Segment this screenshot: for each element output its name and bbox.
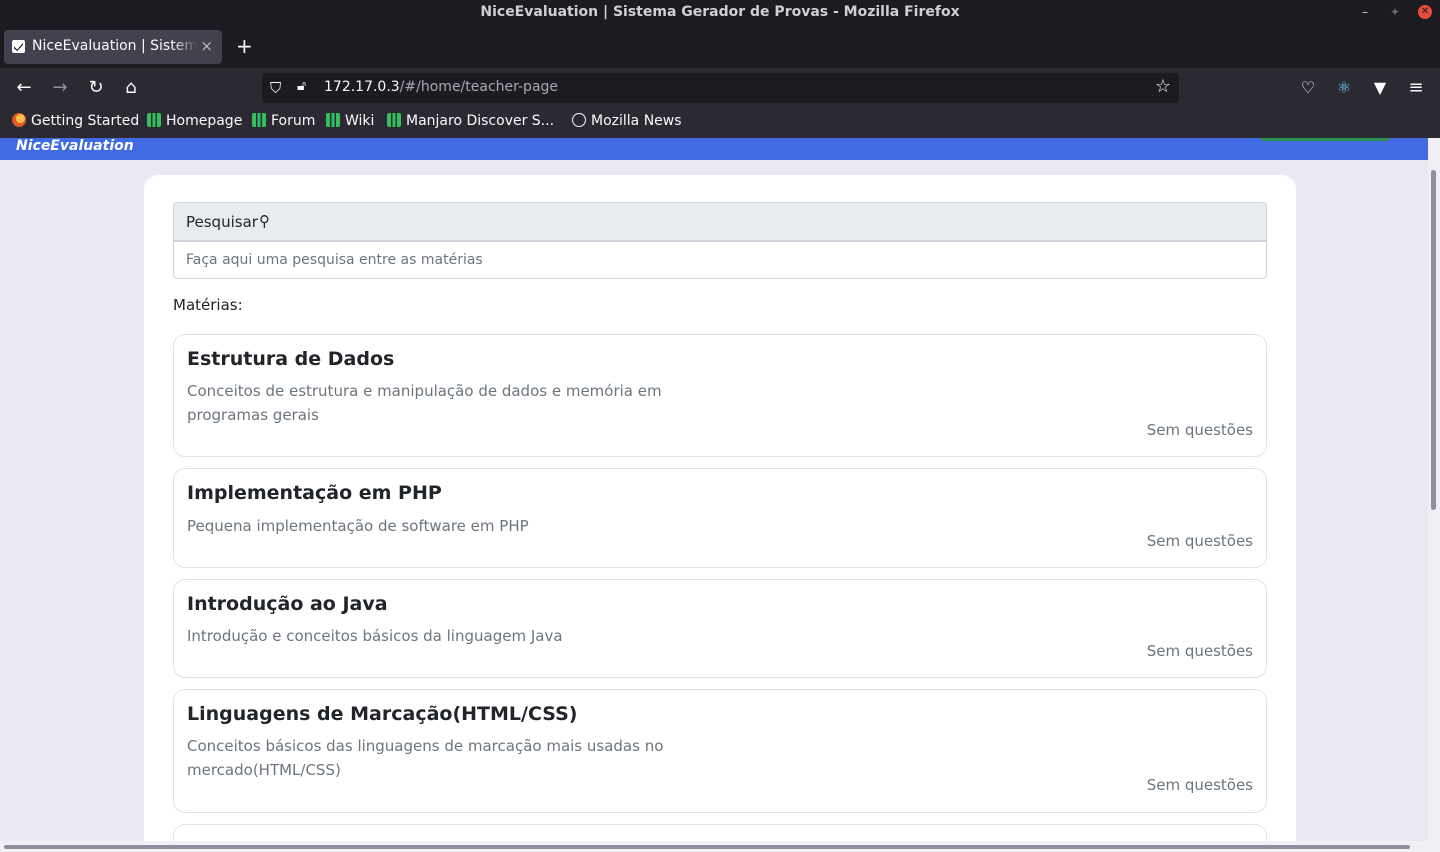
minimize-icon[interactable]: – bbox=[1358, 5, 1372, 19]
hamburger-menu-icon[interactable]: ≡ bbox=[1404, 76, 1428, 100]
header-action-button[interactable] bbox=[1260, 138, 1390, 141]
window-titlebar: NiceEvaluation | Sistema Gerador de Prov… bbox=[0, 0, 1440, 24]
subject-title: Implementação em PHP bbox=[187, 482, 442, 504]
search-label-text: Pesquisar bbox=[186, 213, 258, 231]
app-header: NiceEvaluation bbox=[0, 138, 1428, 160]
subject-card[interactable]: Estrutura de Dados Conceitos de estrutur… bbox=[173, 334, 1267, 457]
bookmark-getting-started[interactable]: Getting Started bbox=[12, 113, 139, 133]
bookmark-label: Wiki bbox=[345, 113, 375, 129]
maximize-icon[interactable]: ✦ bbox=[1388, 5, 1402, 19]
subject-title: Introdução ao Java bbox=[187, 593, 388, 615]
browser-tab[interactable]: NiceEvaluation | Sistema Gerador de Prov… bbox=[4, 30, 222, 64]
close-tab-icon[interactable]: × bbox=[200, 37, 213, 55]
main-card: Pesquisar ⚲ Matérias: Estrutura de Dados… bbox=[144, 175, 1296, 852]
vertical-scrollbar[interactable] bbox=[1428, 138, 1440, 852]
subject-title: Estrutura de Dados bbox=[187, 348, 395, 370]
url-host: 172.17.0.3 bbox=[324, 79, 400, 95]
bookmark-forum[interactable]: Forum bbox=[252, 113, 315, 133]
subject-card[interactable]: Introdução ao Java Introdução e conceito… bbox=[173, 579, 1267, 678]
subject-question-count: Sem questões bbox=[1146, 421, 1253, 439]
home-button[interactable]: ⌂ bbox=[119, 76, 143, 100]
extension-icon[interactable]: ▼ bbox=[1368, 76, 1392, 100]
globe-icon bbox=[572, 113, 586, 127]
subject-card[interactable]: Linguagens de Marcação(HTML/CSS) Conceit… bbox=[173, 689, 1267, 813]
subjects-heading: Matérias: bbox=[173, 296, 243, 314]
bookmark-mozilla-news[interactable]: Mozilla News bbox=[572, 113, 682, 133]
manjaro-icon bbox=[326, 113, 340, 127]
vertical-scrollbar-thumb[interactable] bbox=[1431, 170, 1436, 510]
subject-title: Linguagens de Marcação(HTML/CSS) bbox=[187, 703, 578, 725]
url-text[interactable]: 172.17.0.3/#/home/teacher-page bbox=[324, 79, 558, 95]
forward-button[interactable]: → bbox=[48, 76, 72, 100]
subject-description: Pequena implementação de software em PHP bbox=[187, 517, 529, 535]
search-label: Pesquisar ⚲ bbox=[173, 202, 1267, 241]
firefox-icon bbox=[12, 113, 26, 127]
bookmark-label: Getting Started bbox=[31, 113, 140, 129]
bookmark-homepage[interactable]: Homepage bbox=[147, 113, 242, 133]
back-button[interactable]: ← bbox=[12, 76, 36, 100]
subject-question-count: Sem questões bbox=[1146, 532, 1253, 550]
horizontal-scrollbar[interactable] bbox=[0, 841, 1428, 852]
tab-label: NiceEvaluation | Sistema Gerador de Prov… bbox=[32, 38, 198, 54]
page-viewport: NiceEvaluation Pesquisar ⚲ Matérias: Est… bbox=[0, 138, 1440, 852]
window-title: NiceEvaluation | Sistema Gerador de Prov… bbox=[480, 4, 960, 20]
subject-description: Conceitos de estrutura e manipulação de … bbox=[187, 382, 662, 424]
bookmark-wiki[interactable]: Wiki bbox=[326, 113, 374, 133]
subject-question-count: Sem questões bbox=[1146, 776, 1253, 794]
url-bar[interactable]: ⛉ 🔓︎ 172.17.0.3/#/home/teacher-page ☆ bbox=[262, 73, 1179, 103]
manjaro-icon bbox=[387, 113, 401, 127]
bookmark-label: Homepage bbox=[166, 113, 243, 129]
bookmark-label: Manjaro Discover S... bbox=[406, 113, 555, 129]
new-tab-button[interactable]: + bbox=[236, 34, 253, 58]
subject-question-count: Sem questões bbox=[1146, 642, 1253, 660]
bookmark-star-icon[interactable]: ☆ bbox=[1155, 76, 1171, 97]
bookmarks-toolbar: Getting Started Homepage Forum Wiki Manj… bbox=[0, 108, 1440, 138]
reload-button[interactable]: ↻ bbox=[84, 76, 108, 100]
tracking-shield-icon[interactable]: ⛉ bbox=[270, 79, 281, 97]
search-icon: ⚲ bbox=[259, 212, 270, 230]
manjaro-icon bbox=[147, 113, 161, 127]
manjaro-icon bbox=[252, 113, 266, 127]
react-devtools-icon[interactable]: ⚛ bbox=[1332, 76, 1356, 100]
horizontal-scrollbar-thumb[interactable] bbox=[4, 845, 1410, 849]
insecure-lock-icon[interactable]: 🔓︎ bbox=[297, 78, 306, 94]
bookmark-manjaro-discover[interactable]: Manjaro Discover S... bbox=[387, 113, 554, 133]
subject-description: Conceitos básicos das linguagens de marc… bbox=[187, 737, 664, 779]
subject-card[interactable]: Implementação em PHP Pequena implementaç… bbox=[173, 468, 1267, 568]
bookmark-label: Mozilla News bbox=[591, 113, 682, 129]
brand-logo[interactable]: NiceEvaluation bbox=[16, 138, 134, 154]
close-window-icon[interactable]: ✕ bbox=[1418, 5, 1432, 19]
tab-strip: NiceEvaluation | Sistema Gerador de Prov… bbox=[0, 24, 1440, 68]
site-favicon-icon bbox=[12, 40, 25, 53]
search-input[interactable] bbox=[173, 241, 1267, 279]
bookmark-label: Forum bbox=[271, 113, 316, 129]
subject-description: Introdução e conceitos básicos da lingua… bbox=[187, 627, 563, 645]
pocket-icon[interactable]: ♡ bbox=[1296, 76, 1320, 100]
url-path: /#/home/teacher-page bbox=[399, 79, 559, 95]
navigation-bar: ← → ↻ ⌂ ⛉ 🔓︎ 172.17.0.3/#/home/teacher-p… bbox=[0, 68, 1440, 108]
